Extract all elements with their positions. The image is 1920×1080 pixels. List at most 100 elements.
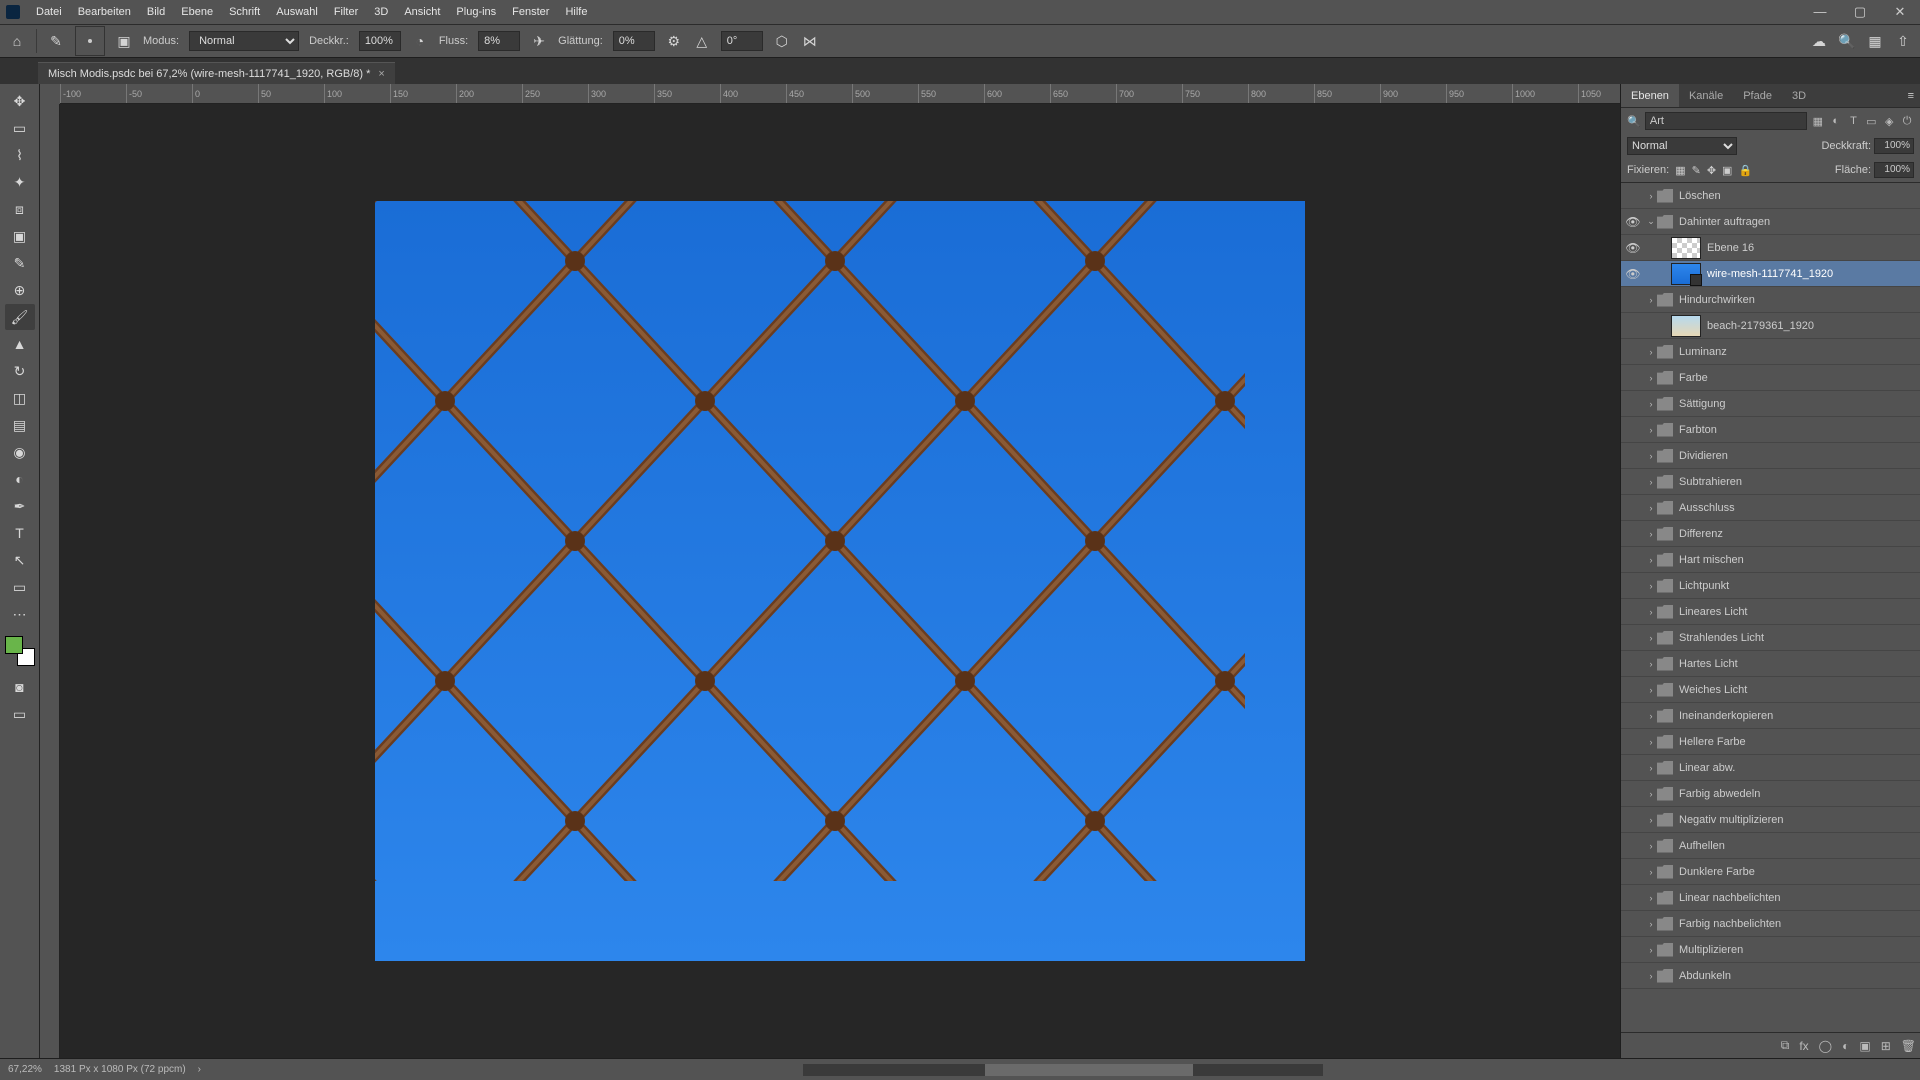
expand-icon[interactable]: ›	[1645, 555, 1657, 565]
layer-name[interactable]: Strahlendes Licht	[1679, 632, 1920, 644]
layer-name[interactable]: Negativ multiplizieren	[1679, 814, 1920, 826]
layer-name[interactable]: Hindurchwirken	[1679, 294, 1920, 306]
expand-icon[interactable]: ⌄	[1645, 216, 1657, 227]
layer-row[interactable]: ›Linear abw.	[1621, 755, 1920, 781]
flow-value[interactable]: 8%	[478, 31, 520, 51]
menu-ebene[interactable]: Ebene	[173, 0, 221, 24]
horizontal-ruler[interactable]: -100-50050100150200250300350400450500550…	[60, 84, 1620, 104]
layer-row[interactable]: › Subtrahieren	[1621, 469, 1920, 495]
layer-row[interactable]: ›Farbe	[1621, 365, 1920, 391]
marquee-tool-icon[interactable]: ▭	[5, 115, 35, 141]
layer-blend-select[interactable]: Normal	[1627, 137, 1737, 155]
tab-3d[interactable]: 3D	[1782, 84, 1816, 107]
dodge-tool-icon[interactable]: ◐	[5, 466, 35, 492]
new-layer-icon[interactable]: ⊞	[1881, 1039, 1891, 1053]
brush-folder-icon[interactable]: ▣	[115, 32, 133, 50]
panel-menu-icon[interactable]: ≡	[1902, 84, 1920, 107]
layer-name[interactable]: Farbton	[1679, 424, 1920, 436]
layer-row[interactable]: ›Aufhellen	[1621, 833, 1920, 859]
layer-name[interactable]: Multiplizieren	[1679, 944, 1920, 956]
layer-row[interactable]: beach-2179361_1920	[1621, 313, 1920, 339]
layer-row[interactable]: ›Farbig abwedeln	[1621, 781, 1920, 807]
document-tab[interactable]: Misch Modis.psdc bei 67,2% (wire-mesh-11…	[38, 62, 395, 84]
adjustment-icon[interactable]: ◐	[1842, 1039, 1849, 1053]
filter-image-icon[interactable]: ▦	[1811, 115, 1825, 128]
menu-fenster[interactable]: Fenster	[504, 0, 557, 24]
layer-list[interactable]: ›Löschen👁⌄Dahinter auftragen👁Ebene 16👁wi…	[1621, 182, 1920, 1032]
lock-paint-icon[interactable]: ✎	[1692, 164, 1701, 177]
home-icon[interactable]: ⌂	[8, 32, 26, 50]
expand-icon[interactable]: ›	[1645, 737, 1657, 747]
layer-name[interactable]: Differenz	[1679, 528, 1920, 540]
expand-icon[interactable]: ›	[1645, 347, 1657, 357]
lasso-tool-icon[interactable]: ⌇	[5, 142, 35, 168]
history-brush-tool-icon[interactable]: ↻	[5, 358, 35, 384]
menu-ansicht[interactable]: Ansicht	[396, 0, 448, 24]
more-tools-icon[interactable]: ⋯	[5, 601, 35, 627]
layer-row[interactable]: ›Hart mischen	[1621, 547, 1920, 573]
layer-name[interactable]: Hellere Farbe	[1679, 736, 1920, 748]
tab-close-icon[interactable]: ×	[378, 68, 384, 80]
layer-row[interactable]: ›Abdunkeln	[1621, 963, 1920, 989]
expand-icon[interactable]: ›	[1645, 893, 1657, 903]
visibility-toggle-icon[interactable]: 👁	[1621, 215, 1645, 229]
foreground-swatch[interactable]	[5, 636, 23, 654]
color-swatches[interactable]	[5, 636, 35, 666]
expand-icon[interactable]: ›	[1645, 685, 1657, 695]
layer-name[interactable]: Aufhellen	[1679, 840, 1920, 852]
path-tool-icon[interactable]: ↖	[5, 547, 35, 573]
lock-position-icon[interactable]: ✥	[1707, 164, 1716, 177]
layer-row[interactable]: ›Dividieren	[1621, 443, 1920, 469]
expand-icon[interactable]: ›	[1645, 815, 1657, 825]
horizontal-scrollbar[interactable]	[803, 1064, 1323, 1076]
tab-ebenen[interactable]: Ebenen	[1621, 84, 1679, 107]
expand-icon[interactable]: ›	[1645, 425, 1657, 435]
lock-artboard-icon[interactable]: ▣	[1722, 164, 1732, 177]
layer-row[interactable]: ›Strahlendes Licht	[1621, 625, 1920, 651]
vertical-ruler[interactable]	[40, 104, 60, 1058]
layer-name[interactable]: Sättigung	[1679, 398, 1920, 410]
ruler-origin[interactable]	[40, 84, 60, 104]
frame-tool-icon[interactable]: ▣	[5, 223, 35, 249]
pen-tool-icon[interactable]: ✒	[5, 493, 35, 519]
layer-name[interactable]: wire-mesh-1117741_1920	[1707, 268, 1920, 280]
zoom-level[interactable]: 67,22%	[8, 1064, 42, 1075]
menu-hilfe[interactable]: Hilfe	[557, 0, 595, 24]
layer-name[interactable]: Ausschluss	[1679, 502, 1920, 514]
expand-icon[interactable]: ›	[1645, 971, 1657, 981]
eyedropper-tool-icon[interactable]: ✎	[5, 250, 35, 276]
link-layers-icon[interactable]: ⧉	[1781, 1038, 1790, 1053]
pressure-size-icon[interactable]: ⬡	[773, 32, 791, 50]
maximize-icon[interactable]: ▢	[1840, 4, 1880, 20]
quickmask-icon[interactable]: ◙	[5, 674, 35, 700]
layer-row[interactable]: › Farbton	[1621, 417, 1920, 443]
expand-icon[interactable]: ›	[1645, 477, 1657, 487]
smoothing-gear-icon[interactable]: ⚙	[665, 32, 683, 50]
crop-tool-icon[interactable]: ⧈	[5, 196, 35, 222]
layer-name[interactable]: Subtrahieren	[1679, 476, 1920, 488]
lock-all-icon[interactable]: 🔒	[1738, 164, 1752, 177]
search-icon[interactable]: 🔍	[1838, 32, 1856, 50]
search-layers-icon[interactable]: 🔍	[1627, 115, 1641, 128]
layer-row[interactable]: ›Ineinanderkopieren	[1621, 703, 1920, 729]
layer-thumbnail[interactable]	[1671, 263, 1701, 285]
layer-name[interactable]: Linear abw.	[1679, 762, 1920, 774]
filter-toggle-icon[interactable]: ⏻	[1900, 115, 1914, 128]
layer-name[interactable]: Farbe	[1679, 372, 1920, 384]
stamp-tool-icon[interactable]: ▲	[5, 331, 35, 357]
expand-icon[interactable]: ›	[1645, 789, 1657, 799]
menu-plug-ins[interactable]: Plug-ins	[448, 0, 504, 24]
brush-preview[interactable]	[75, 26, 105, 56]
layer-filter-input[interactable]	[1645, 112, 1807, 130]
close-icon[interactable]: ✕	[1880, 4, 1920, 20]
menu-filter[interactable]: Filter	[326, 0, 366, 24]
menu-schrift[interactable]: Schrift	[221, 0, 268, 24]
layer-row[interactable]: ›Dunklere Farbe	[1621, 859, 1920, 885]
expand-icon[interactable]: ›	[1645, 529, 1657, 539]
layer-name[interactable]: Löschen	[1679, 190, 1920, 202]
menu-bearbeiten[interactable]: Bearbeiten	[70, 0, 139, 24]
mask-icon[interactable]: ◯	[1819, 1039, 1832, 1053]
layer-row[interactable]: ›Hindurchwirken	[1621, 287, 1920, 313]
gradient-tool-icon[interactable]: ▤	[5, 412, 35, 438]
menu-3d[interactable]: 3D	[366, 0, 396, 24]
